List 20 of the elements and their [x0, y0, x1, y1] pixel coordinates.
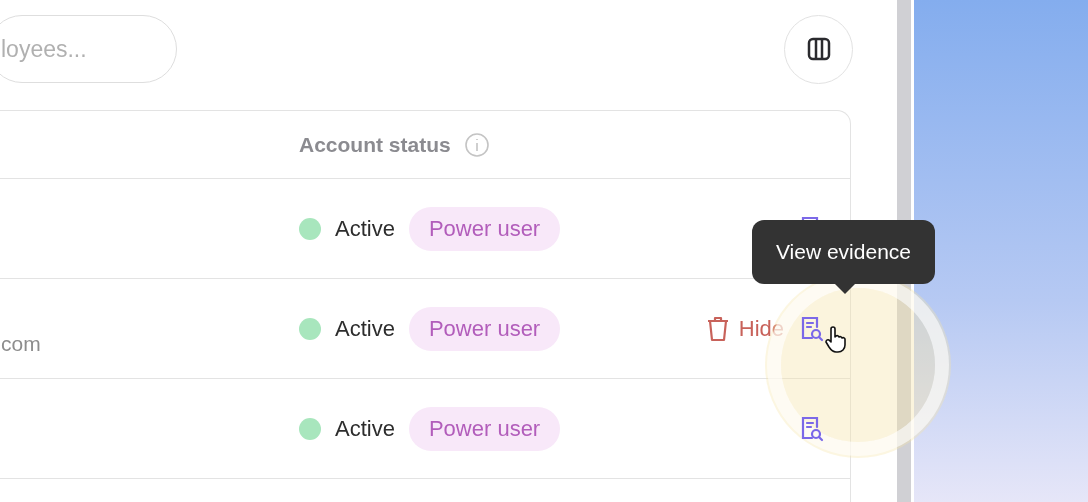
- role-tag: Power user: [408, 406, 561, 451]
- status-text: Active: [335, 315, 395, 342]
- document-search-icon: [800, 315, 824, 342]
- tooltip: View evidence: [751, 219, 935, 284]
- role-tag: Power user: [408, 306, 561, 351]
- status-text: Active: [335, 215, 395, 242]
- document-search-icon: [800, 415, 824, 442]
- trash-icon: [706, 315, 729, 342]
- columns-icon: [806, 37, 831, 61]
- status-text: Active: [335, 415, 395, 442]
- view-evidence-button[interactable]: [800, 415, 824, 442]
- column-header: Account status: [299, 132, 451, 157]
- search-field[interactable]: loyees...: [0, 15, 177, 83]
- info-icon: [464, 132, 489, 157]
- hand-cursor-icon: [824, 325, 846, 354]
- tooltip-arrow: [835, 283, 855, 294]
- view-evidence-button[interactable]: [800, 315, 824, 342]
- hide-button[interactable]: Hide: [706, 315, 784, 342]
- email-text: com: [1, 332, 42, 356]
- role-tag: Power user: [408, 206, 561, 251]
